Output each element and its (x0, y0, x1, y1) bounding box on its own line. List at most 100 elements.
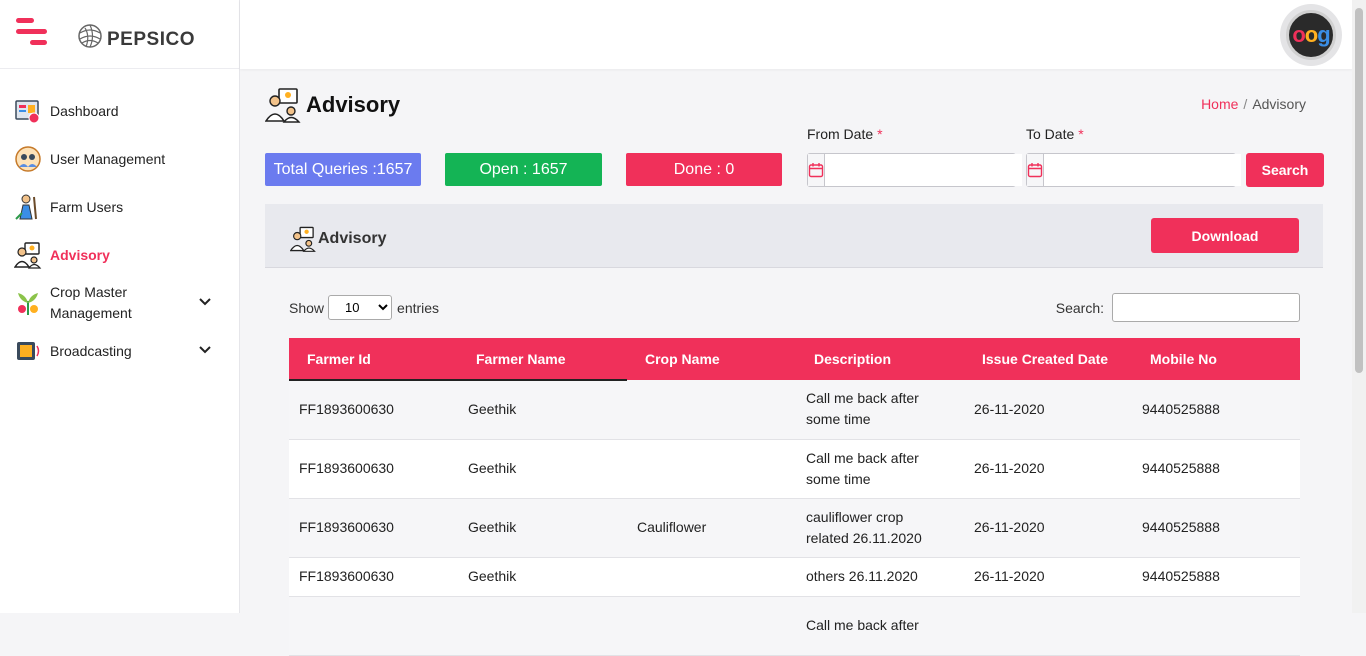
menu-toggle-icon[interactable] (16, 18, 48, 50)
crop-name-cell: Cauliflower (637, 519, 707, 535)
column-header-crop-name[interactable]: Crop Name (627, 338, 796, 380)
advisory-card-header: Advisory Download (265, 204, 1323, 268)
from-date-field[interactable] (807, 153, 1022, 187)
crop-name-cell (627, 596, 796, 655)
crop-master-icon (18, 293, 38, 315)
crop-name-cell (627, 439, 796, 498)
open-queries-badge[interactable]: Open : 1657 (445, 153, 602, 186)
breadcrumb-current: Advisory (1252, 96, 1306, 112)
sidebar-item-farm-users[interactable]: Farm Users (0, 183, 239, 231)
mobile-no-cell: 9440525888 (1142, 519, 1220, 535)
column-header-issue-created-date[interactable]: Issue Created Date (964, 338, 1132, 380)
mobile-no-cell (1132, 596, 1300, 655)
column-header-farmer-id[interactable]: Farmer Id (289, 338, 458, 381)
description-cell: others 26.11.2020 (806, 568, 918, 584)
table-row[interactable]: FF1893600630 Geethik Call me back after so… (289, 380, 1300, 439)
done-queries-badge[interactable]: Done : 0 (626, 153, 782, 186)
farmer-id-cell: FF1893600630 (299, 568, 394, 584)
crop-name-cell (627, 557, 796, 596)
mobile-no-cell: 9440525888 (1142, 460, 1220, 476)
broadcasting-icon (17, 342, 40, 360)
page-size-select[interactable]: 102550100 (328, 295, 393, 320)
sidebar-item-label: Crop Master Management (50, 284, 132, 321)
advisory-table: Farmer Id Farmer Name Crop Name Descript… (289, 338, 1300, 656)
to-date-field[interactable] (1026, 153, 1241, 187)
globe-logo-icon (78, 24, 102, 48)
farmer-id-cell: FF1893600630 (299, 519, 394, 535)
total-queries-badge[interactable]: Total Queries :1657 (265, 153, 421, 186)
search-button[interactable]: Search (1246, 153, 1324, 187)
description-cell: cauliflower crop related 26.11.2020 (806, 508, 922, 546)
mobile-no-cell: 9440525888 (1142, 568, 1220, 584)
farmer-id-cell (289, 596, 458, 655)
from-date-label: From Date * (807, 126, 883, 142)
table-header-row: Farmer Id Farmer Name Crop Name Descript… (289, 338, 1300, 381)
brand-bar: PEPSICO (0, 0, 239, 69)
entries-label: entries (397, 299, 440, 316)
to-date-input[interactable] (1044, 154, 1241, 186)
sidebar-item-user-management[interactable]: User Management (0, 135, 239, 183)
sidebar-item-label: Advisory (50, 246, 110, 263)
dashboard-icon (15, 100, 40, 124)
sidebar-item-label: User Management (50, 150, 166, 167)
table-row[interactable]: FF1893600630 Geethik others 26.11.2020 26-1… (289, 557, 1300, 596)
farmer-name-cell: Geethik (468, 401, 517, 418)
advisory-icon (290, 226, 316, 252)
description-cell: Call me back after (806, 617, 919, 633)
card-title: Advisory (290, 226, 386, 252)
main-content: Advisory Home / Advisory Total Queries :16… (240, 69, 1352, 655)
table-row[interactable]: FF1893600630 Geethik Cauliflower cauliflowe… (289, 498, 1300, 557)
sidebar-item-label: Dashboard (50, 102, 119, 119)
sidebar-nav: Dashboard User Management Farm Users Adv… (0, 69, 239, 375)
sidebar-item-crop-master-management[interactable]: Crop Master Management (0, 279, 239, 327)
farmer-name-cell (458, 596, 627, 655)
chevron-down-icon[interactable] (199, 296, 211, 308)
search-label: Search: (1055, 299, 1104, 316)
issue-created-date-cell: 26-11-2020 (974, 519, 1045, 535)
sidebar-item-broadcasting[interactable]: Broadcasting (0, 327, 239, 375)
table-body: FF1893600630 Geethik Call me back after so… (289, 380, 1300, 655)
issue-created-date-cell: 26-11-2020 (974, 460, 1045, 476)
page-scrollbar[interactable] (1352, 0, 1366, 613)
page-size-control: Show 102550100 entries (289, 295, 439, 320)
sidebar-item-label: Broadcasting (50, 342, 132, 359)
to-date-label-text: To Date (1026, 126, 1075, 142)
show-label: Show (289, 299, 325, 316)
farm-users-icon (15, 194, 37, 220)
breadcrumb-separator: / (1243, 96, 1248, 112)
farmer-id-cell: FF1893600630 (299, 460, 394, 476)
sidebar-item-label: Farm Users (50, 198, 124, 215)
sidebar-item-advisory[interactable]: Advisory (0, 231, 239, 279)
download-button[interactable]: Download (1151, 218, 1299, 253)
avatar[interactable]: oog (1280, 4, 1342, 66)
calendar-icon[interactable] (808, 154, 825, 186)
table-row[interactable]: Call me back after (289, 596, 1300, 655)
calendar-icon[interactable] (1027, 154, 1044, 186)
farmer-id-cell: FF1893600630 (299, 401, 394, 418)
table-search: Search: (1056, 293, 1300, 322)
farmer-name-cell: Geethik (468, 519, 517, 535)
scroll-thumb[interactable] (1355, 8, 1363, 373)
table-row[interactable]: FF1893600630 Geethik Call me back after so… (289, 439, 1300, 498)
sidebar-item-dashboard[interactable]: Dashboard (0, 87, 239, 135)
breadcrumb-home-link[interactable]: Home (1201, 96, 1238, 112)
advisory-icon (265, 88, 301, 123)
page-heading: Advisory (306, 92, 401, 117)
mobile-no-cell: 9440525888 (1142, 400, 1220, 417)
chevron-down-icon[interactable] (199, 344, 211, 356)
column-header-mobile-no[interactable]: Mobile No (1132, 338, 1300, 380)
sidebar: PEPSICO Dashboard User Management Farm U… (0, 0, 240, 613)
required-mark: * (1078, 126, 1084, 142)
crop-name-cell (627, 380, 796, 439)
farmer-name-cell: Geethik (468, 460, 517, 476)
column-header-description[interactable]: Description (796, 338, 964, 380)
avatar-image: oog (1286, 10, 1336, 60)
breadcrumb: Home / Advisory (1201, 96, 1306, 112)
page-title: Advisory (265, 87, 400, 123)
column-header-farmer-name[interactable]: Farmer Name (458, 338, 627, 381)
from-date-input[interactable] (825, 154, 1022, 186)
brand-name: PEPSICO (107, 29, 195, 50)
advisory-icon (14, 242, 42, 269)
pepsico-logo: PEPSICO (77, 21, 195, 51)
table-search-input[interactable] (1112, 293, 1300, 322)
